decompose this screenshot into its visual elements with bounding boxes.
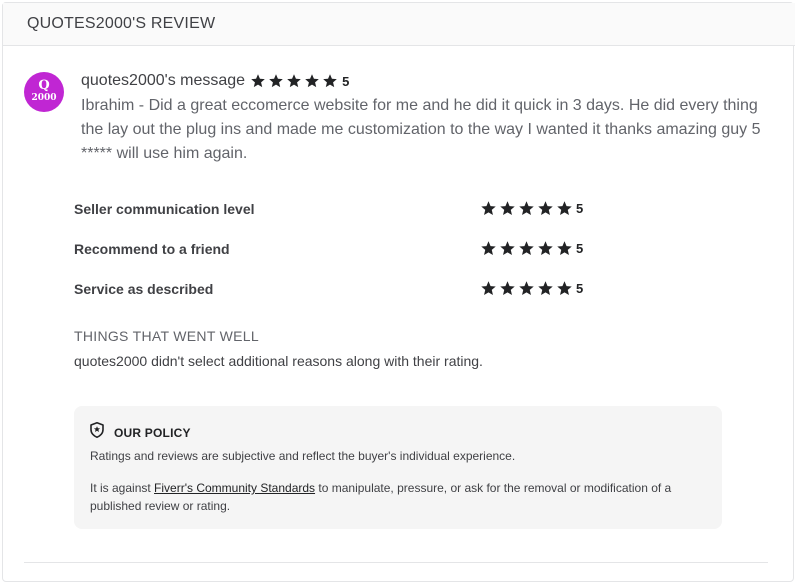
star-icon <box>499 240 516 257</box>
policy-title: OUR POLICY <box>114 425 191 440</box>
divider <box>24 562 768 563</box>
star-icon <box>518 240 535 257</box>
star-icon <box>480 200 497 217</box>
went-well-title: THINGS THAT WENT WELL <box>74 328 259 344</box>
star-icon <box>518 280 535 297</box>
star-icon <box>499 200 516 217</box>
star-icon <box>537 280 554 297</box>
star-icon <box>250 73 266 89</box>
message-header: quotes2000's message 5 <box>81 70 349 92</box>
shield-star-icon <box>90 422 104 443</box>
message-author: quotes2000's message <box>81 72 246 89</box>
criteria-row: Seller communication level 5 <box>74 198 594 220</box>
star-icon <box>537 240 554 257</box>
message-body: Ibrahim - Did a great eccomerce website … <box>81 97 761 162</box>
policy-text-before: It is against <box>90 481 155 495</box>
star-icon <box>268 73 284 89</box>
star-icon <box>286 73 302 89</box>
star-icon <box>480 280 497 297</box>
criteria-row: Service as described 5 <box>74 278 594 300</box>
policy-panel: OUR POLICY Ratings and reviews are subje… <box>74 406 722 529</box>
star-icon <box>537 200 554 217</box>
community-standards-link[interactable]: Fiverr's Community Standards <box>154 481 315 495</box>
criteria-value: 5 <box>576 201 584 216</box>
went-well-text: quotes2000 didn't select additional reas… <box>74 353 483 369</box>
star-icon <box>556 280 573 297</box>
message-rating-value: 5 <box>342 73 350 89</box>
review-header: QUOTES2000'S REVIEW <box>3 3 795 46</box>
avatar[interactable]: Q 2000 <box>24 72 64 112</box>
star-icon <box>480 240 497 257</box>
star-icon <box>322 73 338 89</box>
review-title: QUOTES2000'S REVIEW <box>27 15 216 32</box>
criteria-row: Recommend to a friend 5 <box>74 238 594 260</box>
avatar-initial: Q <box>38 78 50 93</box>
star-icon <box>499 280 516 297</box>
star-icon <box>304 73 320 89</box>
policy-text-standards: It is against Fiverr's Community Standar… <box>90 479 710 515</box>
avatar-number: 2000 <box>31 93 57 103</box>
message-stars <box>250 73 338 89</box>
criteria-stars <box>480 280 573 297</box>
criteria-label: Recommend to a friend <box>74 241 230 257</box>
criteria-value: 5 <box>576 241 584 256</box>
criteria-label: Service as described <box>74 281 214 297</box>
policy-header: OUR POLICY <box>90 422 191 443</box>
star-icon <box>556 240 573 257</box>
criteria-stars <box>480 200 573 217</box>
criteria-label: Seller communication level <box>74 201 255 217</box>
star-icon <box>518 200 535 217</box>
criteria-stars <box>480 240 573 257</box>
policy-text: Ratings and reviews are subjective and r… <box>90 449 516 463</box>
criteria-value: 5 <box>576 281 584 296</box>
star-icon <box>556 200 573 217</box>
